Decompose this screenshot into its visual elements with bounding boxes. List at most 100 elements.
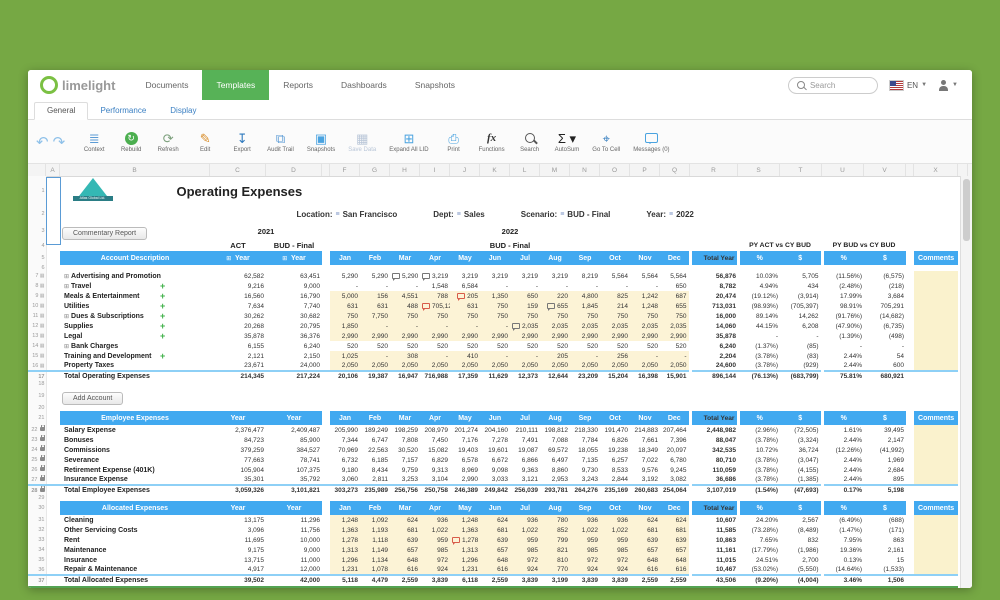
- month-cell[interactable]: 616: [480, 565, 510, 575]
- month-cell[interactable]: 2,050: [420, 361, 450, 371]
- month-cell[interactable]: 936: [600, 515, 630, 525]
- account-name[interactable]: Training and Development+: [60, 351, 210, 361]
- add-line-icon[interactable]: +: [160, 331, 165, 341]
- month-cell[interactable]: 1,022: [600, 525, 630, 535]
- comment-cell[interactable]: [914, 525, 958, 535]
- comment-cell[interactable]: [914, 361, 958, 371]
- month-cell[interactable]: 2,990: [630, 331, 660, 341]
- vertical-scrollbar[interactable]: [960, 176, 972, 588]
- month-cell[interactable]: 2,035: [660, 321, 690, 331]
- month-cell[interactable]: 750: [480, 301, 510, 311]
- month-cell[interactable]: 639: [660, 535, 690, 545]
- tree-expand-icon[interactable]: ⊞: [64, 284, 69, 290]
- month-cell[interactable]: 1,022: [510, 525, 540, 535]
- redo-icon[interactable]: ↷: [53, 133, 66, 151]
- month-cell[interactable]: 936: [570, 515, 600, 525]
- comment-cell[interactable]: [914, 321, 958, 331]
- month-cell[interactable]: -: [480, 351, 510, 361]
- month-cell[interactable]: 205: [540, 351, 570, 361]
- filter-scenario[interactable]: Scenario:≡BUD - Final: [521, 210, 611, 219]
- month-cell[interactable]: 616: [660, 565, 690, 575]
- month-cell[interactable]: 657: [660, 545, 690, 555]
- tab-general[interactable]: General: [34, 102, 88, 120]
- month-cell[interactable]: 821: [540, 545, 570, 555]
- audit-trail-button[interactable]: ⧉Audit Trail: [267, 131, 294, 153]
- tree-expand-icon[interactable]: ⊞: [64, 274, 69, 280]
- month-cell[interactable]: 2,050: [600, 361, 630, 371]
- expand-icon[interactable]: ⊞: [226, 256, 233, 262]
- month-cell[interactable]: 2,990: [480, 331, 510, 341]
- month-cell[interactable]: 959: [570, 535, 600, 545]
- comment-cell[interactable]: [914, 445, 958, 455]
- month-cell[interactable]: 2,050: [330, 361, 360, 371]
- month-cell[interactable]: 959: [600, 535, 630, 545]
- month-cell[interactable]: 655: [540, 301, 570, 311]
- month-cell[interactable]: 959: [420, 535, 450, 545]
- month-cell[interactable]: 624: [630, 515, 660, 525]
- month-cell[interactable]: 4,800: [570, 291, 600, 301]
- month-cell[interactable]: 985: [600, 545, 630, 555]
- expand-all-lid-button[interactable]: ⊞Expand All LID: [389, 131, 428, 153]
- edit-button[interactable]: ✎Edit: [193, 131, 217, 153]
- month-cell[interactable]: 985: [510, 545, 540, 555]
- comment-bubble-icon[interactable]: [457, 293, 465, 299]
- month-cell[interactable]: -: [390, 321, 420, 331]
- account-name[interactable]: Rent: [60, 535, 210, 545]
- month-cell[interactable]: 657: [390, 545, 420, 555]
- month-cell[interactable]: 156: [360, 291, 390, 301]
- month-cell[interactable]: 159: [510, 301, 540, 311]
- month-cell[interactable]: 1,296: [330, 555, 360, 565]
- month-cell[interactable]: 681: [390, 525, 420, 535]
- month-cell[interactable]: -: [450, 321, 480, 331]
- filter-dept[interactable]: Dept:≡Sales: [433, 210, 484, 219]
- month-cell[interactable]: 924: [570, 565, 600, 575]
- nav-item-reports[interactable]: Reports: [269, 70, 327, 100]
- month-cell[interactable]: 2,050: [540, 361, 570, 371]
- month-cell[interactable]: 681: [480, 525, 510, 535]
- month-cell[interactable]: 2,035: [630, 321, 660, 331]
- month-cell[interactable]: 1,850: [330, 321, 360, 331]
- month-cell[interactable]: 972: [600, 555, 630, 565]
- month-cell[interactable]: -: [570, 351, 600, 361]
- limelight-logo[interactable]: limelight: [28, 70, 131, 100]
- add-line-icon[interactable]: +: [160, 351, 165, 361]
- account-name[interactable]: Salary Expense: [60, 425, 210, 435]
- month-cell[interactable]: 2,050: [510, 361, 540, 371]
- month-cell[interactable]: 852: [540, 525, 570, 535]
- month-cell[interactable]: 1,278: [450, 535, 480, 545]
- month-cell[interactable]: 750: [450, 311, 480, 321]
- month-cell[interactable]: 2,050: [660, 361, 690, 371]
- comment-cell[interactable]: [914, 311, 958, 321]
- tree-expand-icon[interactable]: ⊞: [64, 344, 69, 350]
- month-cell[interactable]: 1,363: [330, 525, 360, 535]
- account-name[interactable]: ⊞Travel+: [60, 281, 210, 291]
- month-cell[interactable]: 2,050: [570, 361, 600, 371]
- comment-cell[interactable]: [914, 425, 958, 435]
- filter-location[interactable]: Location:≡San Francisco: [297, 210, 398, 219]
- commentary-report-button[interactable]: Commentary Report: [62, 227, 147, 240]
- month-cell[interactable]: -: [660, 351, 690, 361]
- undo-icon[interactable]: ↶: [36, 133, 49, 151]
- month-cell[interactable]: 1,118: [360, 535, 390, 545]
- month-cell[interactable]: 639: [480, 535, 510, 545]
- month-cell[interactable]: 2,990: [390, 331, 420, 341]
- month-cell[interactable]: 7,750: [360, 311, 390, 321]
- refresh-button[interactable]: ⟳Refresh: [156, 131, 180, 153]
- month-cell[interactable]: 2,050: [360, 361, 390, 371]
- month-cell[interactable]: 924: [420, 565, 450, 575]
- account-name[interactable]: Commissions: [60, 445, 210, 455]
- account-name[interactable]: Other Servicing Costs: [60, 525, 210, 535]
- month-cell[interactable]: 750: [480, 311, 510, 321]
- account-name[interactable]: ⊞Advertising and Promotion: [60, 271, 210, 281]
- account-name[interactable]: Property Taxes: [60, 361, 210, 371]
- account-name[interactable]: Maintenance: [60, 545, 210, 555]
- month-cell[interactable]: -: [360, 351, 390, 361]
- month-cell[interactable]: 687: [660, 291, 690, 301]
- comment-bubble-icon[interactable]: [452, 537, 460, 543]
- comment-cell[interactable]: [914, 455, 958, 465]
- month-cell[interactable]: 750: [600, 311, 630, 321]
- month-cell[interactable]: 936: [510, 515, 540, 525]
- nav-item-dashboards[interactable]: Dashboards: [327, 70, 401, 100]
- rebuild-button[interactable]: ↻Rebuild: [119, 131, 143, 153]
- add-line-icon[interactable]: +: [160, 291, 165, 301]
